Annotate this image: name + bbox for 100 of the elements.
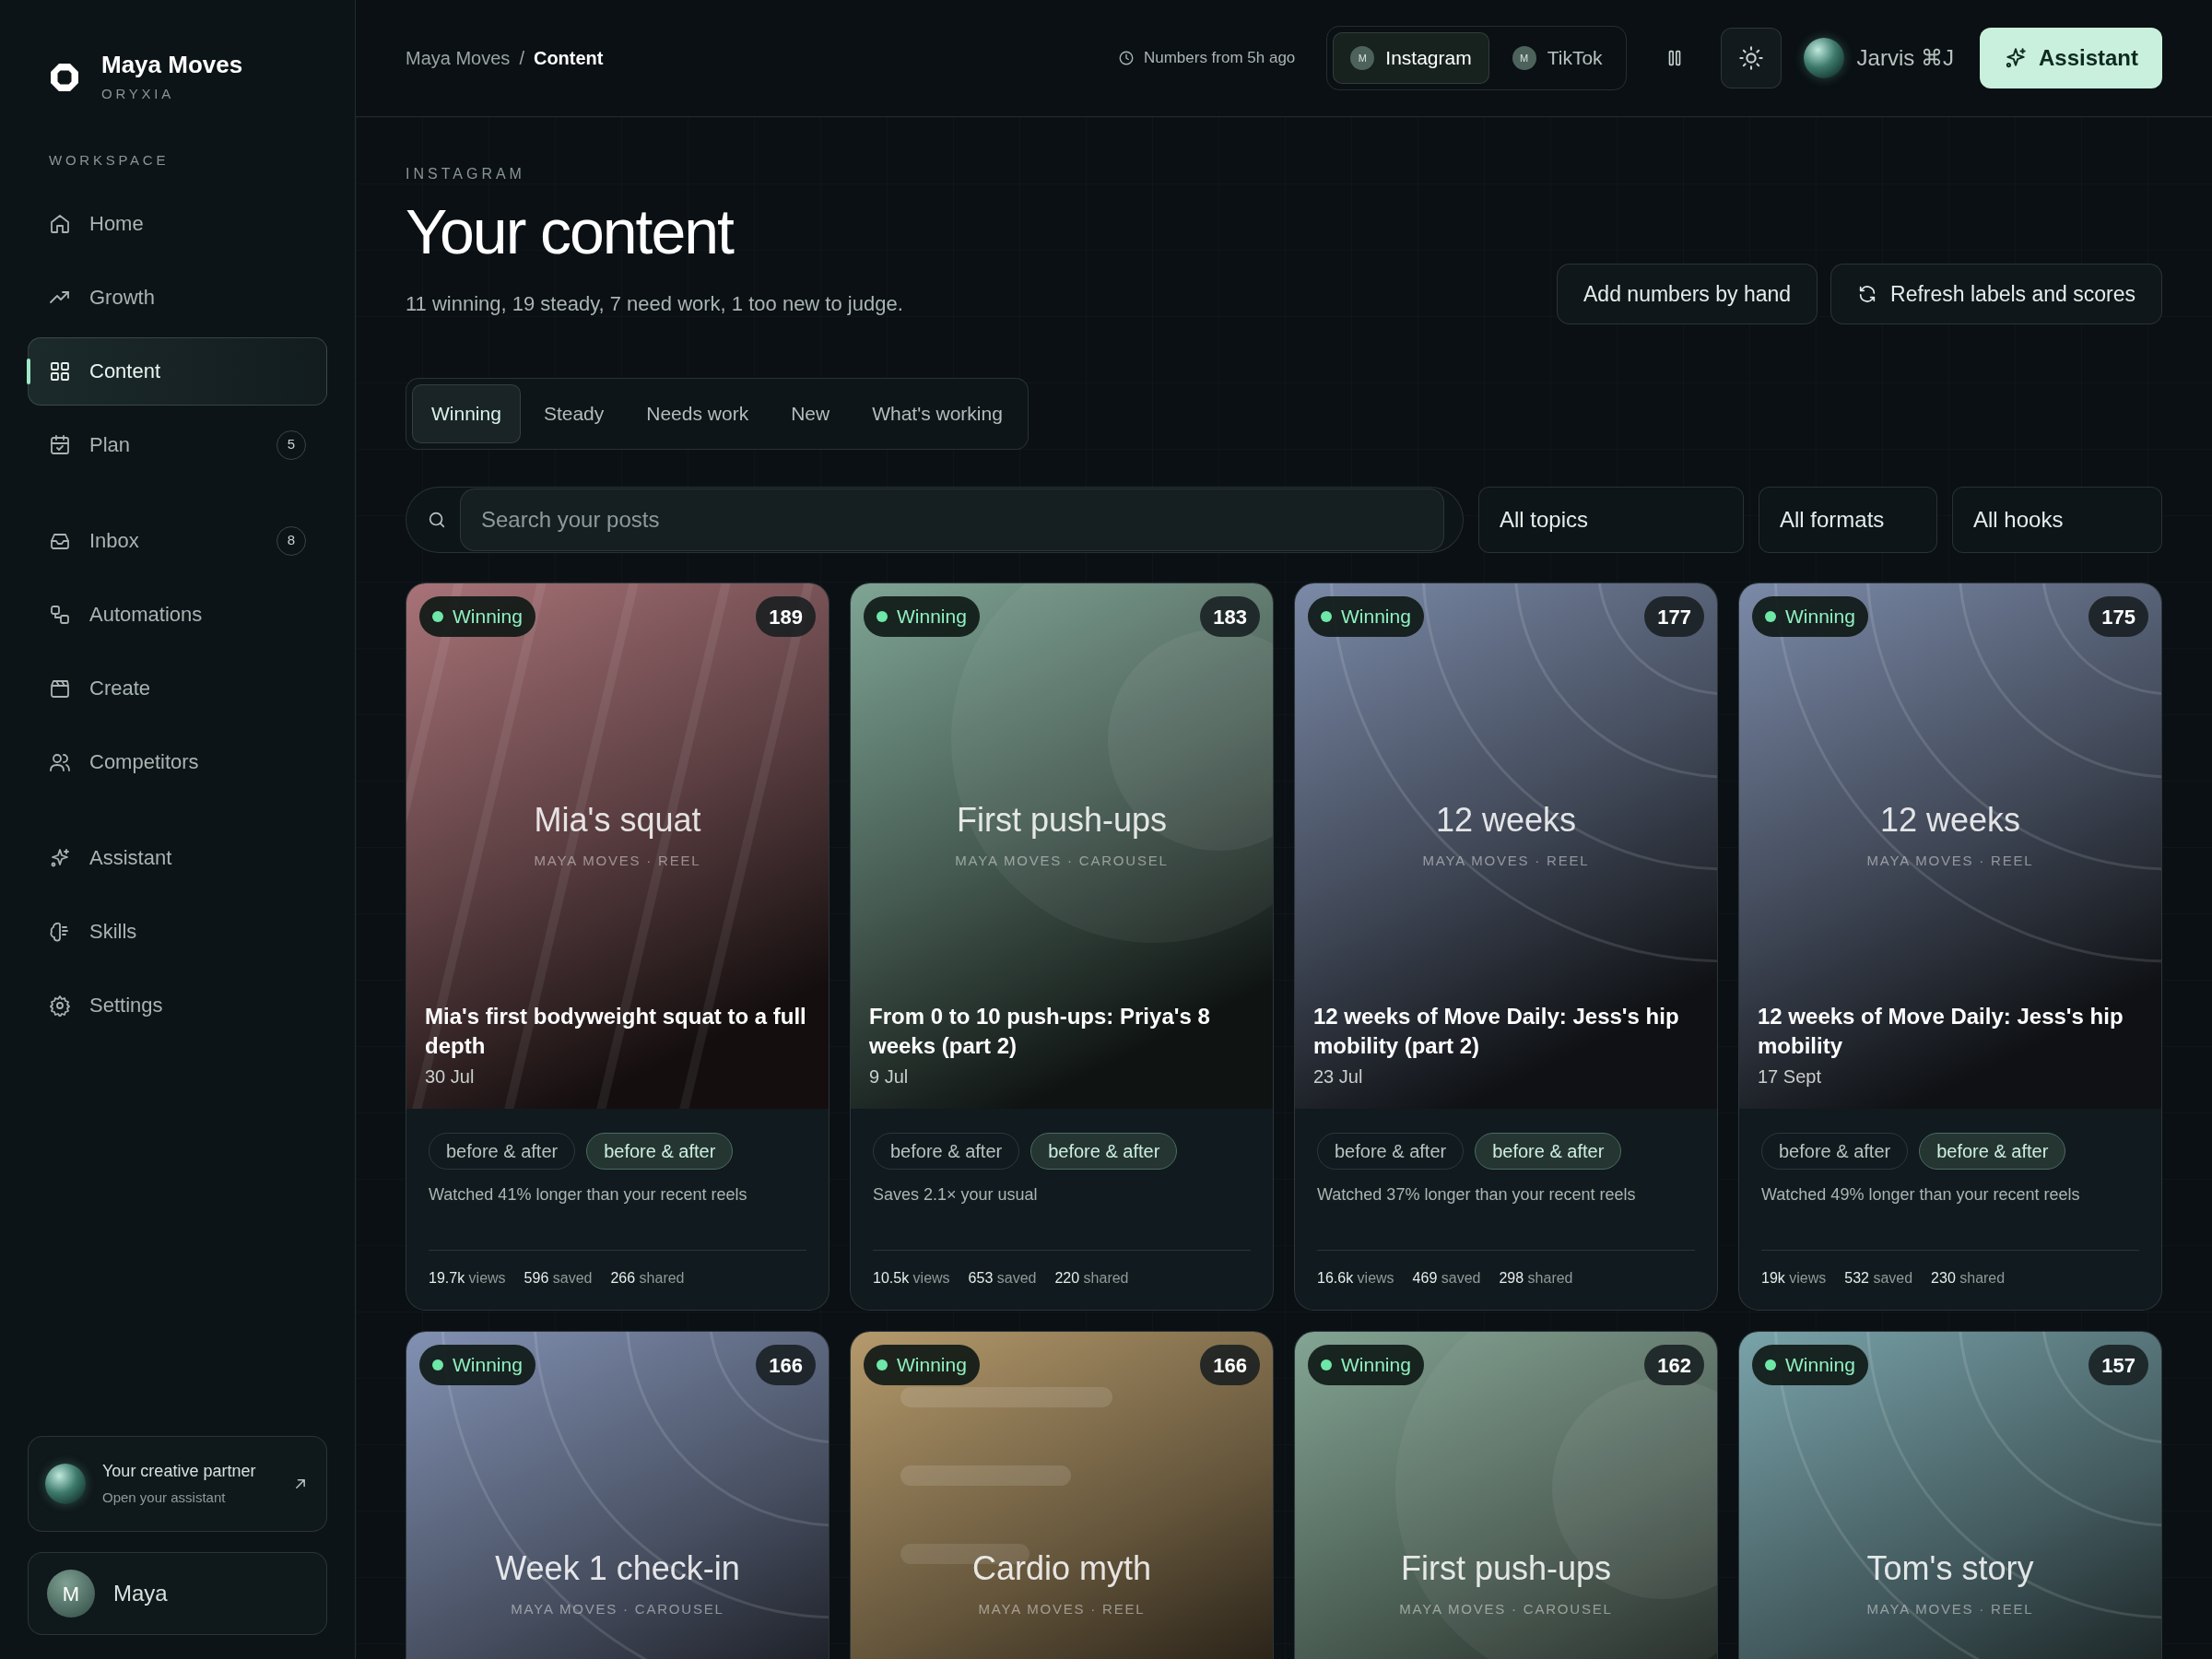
insight-text: Watched 49% longer than your recent reels [1761,1184,2081,1206]
post-card[interactable]: Winning 166 Cardio myth MAYA MOVES · REEL [850,1331,1274,1659]
cover-subtitle: MAYA MOVES · CAROUSEL [1399,1600,1613,1618]
user-card[interactable]: M Maya [28,1552,327,1635]
nav-item[interactable]: Create [28,653,327,723]
page-summary: 11 winning, 19 steady, 7 need work, 1 too new to judge. [406,291,904,317]
cover-subtitle: MAYA MOVES · REEL [1866,1600,2034,1618]
post-title: Mia's first bodyweight squat to a full depth [425,1003,807,1060]
nav-item[interactable]: Plan 5 [28,410,327,479]
user-name: Maya [113,1580,168,1607]
status-badge: Winning [1752,596,1868,637]
action-button[interactable]: Refresh labels and scores [1830,264,2162,324]
nav-item[interactable]: Skills [28,897,327,966]
nav-item[interactable]: Inbox 8 [28,506,327,575]
cover-subtitle: MAYA MOVES · REEL [534,852,701,870]
topic-tag[interactable]: before & after [1475,1133,1622,1170]
cover-title: 12 weeks [1435,800,1577,841]
cover-subtitle: MAYA MOVES · REEL [1866,852,2034,870]
stat-text: 220 shared [1054,1269,1129,1288]
post-title: 12 weeks of Move Daily: Jess's hip mobility [1758,1003,2124,1060]
filter-tab[interactable]: Needs work [627,384,769,443]
insight-text: Watched 37% longer than your recent reels [1317,1184,1637,1206]
sun-icon [1737,45,1764,71]
card-subtitle: Open your assistant [102,1488,227,1508]
assistant-button[interactable]: Assistant [1979,28,2162,88]
topic-tag[interactable]: before & after [1919,1133,2066,1170]
card-title: Your creative partner [102,1461,257,1483]
theme-button[interactable] [1720,28,1782,88]
filter-dropdown[interactable]: All topics [1478,487,1744,553]
account-avatar: M [1350,46,1375,70]
brain-icon [49,920,71,943]
post-card[interactable]: Winning 183 First push-ups MAYA MOVES · CAROUSEL From 0 to 10 push-ups: Priya's 8 weeks (part 2) 9 Jul before & after before & after Saves 2.1× your usual 10.5k views 653 saved 220 shared [850,582,1274,1311]
filter-tab[interactable]: What's working [853,384,1022,443]
cover-subtitle: MAYA MOVES · CAROUSEL [955,852,1169,870]
stat-text: 469 saved [1412,1269,1481,1288]
nav-item[interactable]: Home [28,189,327,258]
section-label: WORKSPACE [49,151,171,170]
stat-text: 298 shared [1499,1269,1573,1288]
filter-dropdown[interactable]: All formats [1759,487,1937,553]
company-name: ORYXIA [101,84,175,103]
post-date: 9 Jul [869,1065,910,1088]
assistant-shortcut[interactable]: Jarvis ⌘J [1856,41,1954,75]
cover-title: Mia's squat [534,800,701,841]
breadcrumb-link[interactable]: Maya Moves [406,44,511,72]
search-field[interactable]: Search your posts [406,487,1464,553]
post-card[interactable]: Winning 175 12 weeks MAYA MOVES · REEL 12 weeks of Move Daily: Jess's hip mobility 17 Sept before & after before & after Watched 49% longer than your recent reels 19k views 532 saved 230 shared [1738,582,2162,1311]
assistant-card[interactable]: Your creative partner Open your assistant [28,1436,327,1532]
post-date: 30 Jul [425,1065,476,1088]
clock-icon [1117,50,1135,66]
platform-tab[interactable]: M TikTok [1494,32,1620,84]
user-avatar: M [47,1570,95,1618]
cover-subtitle: MAYA MOVES · CAROUSEL [511,1600,724,1618]
orb-icon [45,1464,86,1504]
post-date: 17 Sept [1758,1065,1822,1088]
filter-dropdown[interactable]: All hooks [1952,487,2162,553]
cover-subtitle: MAYA MOVES · REEL [1422,852,1590,870]
nav-item[interactable]: Growth [28,263,327,332]
status-badge: Winning [864,596,980,637]
stat-text: 532 saved [1844,1269,1913,1288]
post-card[interactable]: Winning 166 Week 1 check-in MAYA MOVES · CAROUSEL [406,1331,830,1659]
squares-icon [49,603,71,626]
search-icon [427,510,447,530]
cover-subtitle: MAYA MOVES · REEL [978,1600,1146,1618]
freshness-note: Numbers from 5h ago [1143,48,1296,69]
insight-text: Saves 2.1× your usual [873,1184,1039,1206]
platform-tab[interactable]: M Instagram [1333,32,1489,84]
cover-title: First push-ups [1400,1548,1612,1589]
nav-item[interactable]: Assistant [28,823,327,892]
account-avatar: M [1512,46,1536,70]
nav-item[interactable]: Content [28,336,327,406]
nav-item[interactable]: Competitors [28,727,327,796]
cover-title: Cardio myth [971,1548,1152,1589]
cover-title: 12 weeks [1879,800,2021,841]
filter-tab[interactable]: New [771,384,850,443]
nav-item[interactable]: Automations [28,580,327,649]
grid-icon [49,359,71,382]
home-icon [49,212,71,235]
post-card[interactable]: Winning 157 Tom's story MAYA MOVES · REEL [1738,1331,2162,1659]
status-badge: Winning [1752,1345,1868,1385]
eyebrow-label: INSTAGRAM [406,165,526,183]
insight-text: Watched 41% longer than your recent reels [429,1184,748,1206]
breadcrumb-separator: / [519,47,524,70]
post-title: From 0 to 10 push-ups: Priya's 8 weeks (part 2) [869,1003,1211,1060]
post-card[interactable]: Winning 162 First push-ups MAYA MOVES · CAROUSEL [1294,1331,1718,1659]
filter-tab[interactable]: Winning [412,384,521,443]
action-button[interactable]: Add numbers by hand [1557,264,1818,324]
topic-tag[interactable]: before & after [586,1133,734,1170]
nav-item[interactable]: Settings [28,971,327,1040]
page-title: Your content [406,200,735,263]
stat-text: 10.5k views [873,1269,950,1288]
post-card[interactable] [1294,582,1718,1311]
brand-name: Maya Moves [101,50,243,80]
cover-title: Tom's story [1866,1548,2034,1589]
filter-tab[interactable]: Steady [524,384,624,443]
sparkle-icon [49,846,71,869]
post-card[interactable]: Winning 189 Mia's squat MAYA MOVES · REEL Mia's first bodyweight squat to a full depth 30 Jul before & after before & after Watched 41% longer than your recent reels 19.7k views 596 saved 266 shared [406,582,830,1311]
stat-text: 19.7k views [429,1269,506,1288]
stat-text: 596 saved [524,1269,593,1288]
topic-tag[interactable]: before & after [1030,1133,1178,1170]
stat-text: 16.6k views [1317,1269,1394,1288]
